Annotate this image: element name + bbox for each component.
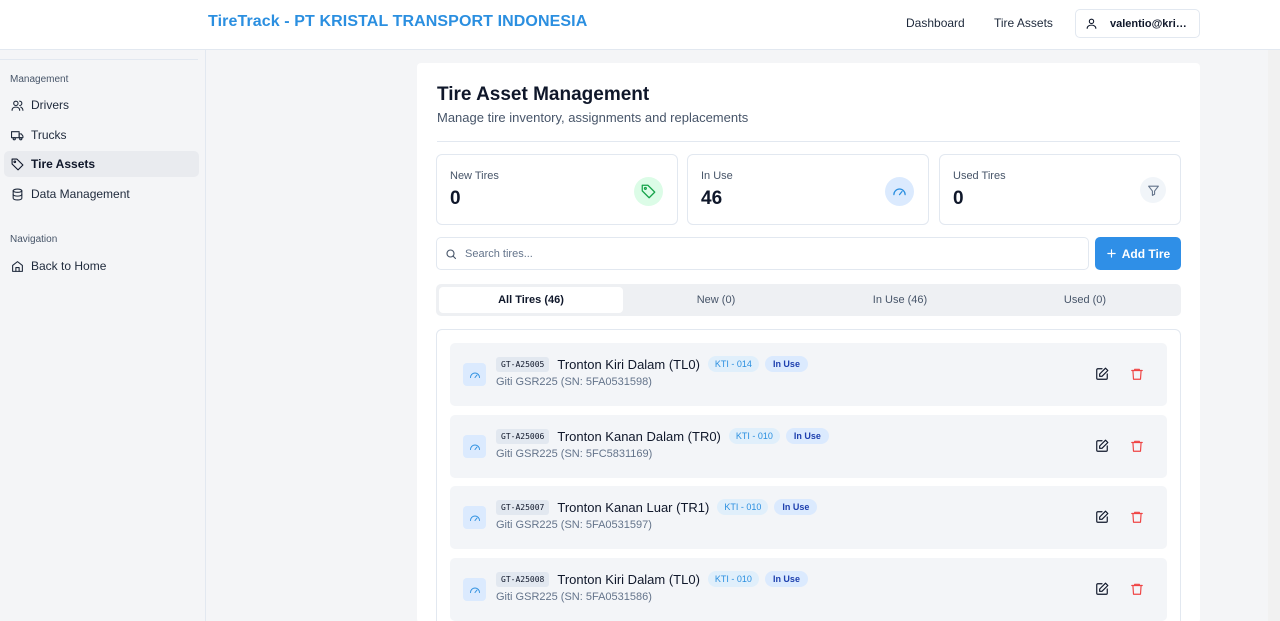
stat-value: 0 <box>953 188 964 209</box>
app-title[interactable]: TireTrack - PT KRISTAL TRANSPORT INDONES… <box>208 13 587 31</box>
gauge-icon <box>885 177 914 206</box>
tire-code: GT-A25008 <box>496 571 550 587</box>
tire-position: Tronton Kiri Dalam (TL0) <box>557 356 700 372</box>
truck-badge: KTI - 010 <box>717 499 769 515</box>
stat-card-in-use: In Use 46 <box>687 154 929 225</box>
tire-row[interactable]: GT-A25006 Tronton Kanan Dalam (TR0) KTI … <box>450 415 1167 478</box>
nav-dashboard[interactable]: Dashboard <box>906 16 965 30</box>
nav-tire-assets[interactable]: Tire Assets <box>994 16 1053 30</box>
tab-in-use[interactable]: In Use (46) <box>808 287 992 313</box>
gauge-icon <box>463 506 486 529</box>
sidebar-item-drivers[interactable]: Drivers <box>4 92 199 118</box>
stat-card-used-tires: Used Tires 0 <box>939 154 1181 225</box>
sidebar-item-tire-assets[interactable]: Tire Assets <box>4 151 199 177</box>
tire-row[interactable]: GT-A25007 Tronton Kanan Luar (TR1) KTI -… <box>450 486 1167 549</box>
tire-position: Tronton Kanan Luar (TR1) <box>557 499 710 515</box>
truck-icon <box>11 130 24 140</box>
search-input[interactable] <box>465 247 1065 260</box>
tire-code: GT-A25006 <box>496 428 550 444</box>
add-tire-label: Add Tire <box>1121 246 1171 261</box>
gauge-icon <box>463 578 486 601</box>
gauge-icon <box>463 363 486 386</box>
truck-badge: KTI - 014 <box>707 356 759 372</box>
trash-icon[interactable] <box>1130 582 1144 596</box>
sidebar-item-label: Drivers <box>31 98 69 112</box>
status-badge: In Use <box>774 499 818 515</box>
tire-detail: Giti GSR225 (SN: 5FC5831169) <box>496 448 653 460</box>
sidebar-item-trucks[interactable]: Trucks <box>4 122 199 148</box>
search-icon <box>446 248 457 259</box>
divider <box>437 141 1180 142</box>
stat-value: 46 <box>701 188 723 209</box>
user-menu-button[interactable]: valentio@kris... <box>1075 9 1200 38</box>
sidebar-item-label: Back to Home <box>31 259 107 273</box>
sidebar-item-label: Data Management <box>31 187 130 201</box>
sidebar-section-navigation: Navigation <box>10 234 58 245</box>
truck-badge: KTI - 010 <box>707 571 759 587</box>
tire-row[interactable]: GT-A25008 Tronton Kiri Dalam (TL0) KTI -… <box>450 558 1167 621</box>
tab-new[interactable]: New (0) <box>624 287 808 313</box>
user-email: valentio@kris... <box>1110 17 1190 30</box>
edit-icon[interactable] <box>1095 367 1109 381</box>
sidebar-item-label: Tire Assets <box>31 157 96 171</box>
user-icon <box>1086 18 1097 29</box>
tire-detail: Giti GSR225 (SN: 5FA0531597) <box>496 519 652 531</box>
truck-badge: KTI - 010 <box>728 428 780 444</box>
tire-position: Tronton Kanan Dalam (TR0) <box>557 428 721 444</box>
add-tire-button[interactable]: Add Tire <box>1095 237 1181 270</box>
trash-icon[interactable] <box>1130 367 1144 381</box>
status-badge: In Use <box>764 571 808 587</box>
edit-icon[interactable] <box>1095 510 1109 524</box>
sidebar-item-data-management[interactable]: Data Management <box>4 181 199 207</box>
tabs: All Tires (46) New (0) In Use (46) Used … <box>436 284 1181 316</box>
stat-label: Used Tires <box>953 170 1006 182</box>
filter-icon <box>1140 177 1166 203</box>
stat-value: 0 <box>450 188 461 209</box>
tag-icon <box>11 158 24 170</box>
trash-icon[interactable] <box>1130 510 1144 524</box>
gauge-icon <box>463 435 486 458</box>
stat-label: New Tires <box>450 170 499 182</box>
top-bar: TireTrack - PT KRISTAL TRANSPORT INDONES… <box>0 0 1280 50</box>
scrollbar[interactable] <box>1268 50 1280 621</box>
tire-code: GT-A25005 <box>496 356 550 372</box>
page-subtitle: Manage tire inventory, assignments and r… <box>437 110 749 125</box>
status-badge: In Use <box>785 428 829 444</box>
tire-code: GT-A25007 <box>496 499 550 515</box>
tire-detail: Giti GSR225 (SN: 5FA0531586) <box>496 591 652 603</box>
tab-used[interactable]: Used (0) <box>993 287 1177 313</box>
users-icon <box>11 100 24 111</box>
plus-icon <box>1107 249 1116 258</box>
stat-card-new-tires: New Tires 0 <box>436 154 678 225</box>
edit-icon[interactable] <box>1095 582 1109 596</box>
tag-icon <box>634 177 663 206</box>
tab-all-tires[interactable]: All Tires (46) <box>439 287 623 313</box>
sidebar-item-label: Trucks <box>31 128 67 142</box>
tire-row[interactable]: GT-A25005 Tronton Kiri Dalam (TL0) KTI -… <box>450 343 1167 406</box>
edit-icon[interactable] <box>1095 439 1109 453</box>
stat-label: In Use <box>701 170 733 182</box>
home-icon <box>12 260 23 272</box>
sidebar-divider <box>0 59 198 60</box>
status-badge: In Use <box>764 356 808 372</box>
sidebar-item-back-home[interactable]: Back to Home <box>4 253 199 279</box>
tire-detail: Giti GSR225 (SN: 5FA0531598) <box>496 376 652 388</box>
page-title: Tire Asset Management <box>437 84 650 105</box>
sidebar-section-management: Management <box>10 74 69 85</box>
trash-icon[interactable] <box>1130 439 1144 453</box>
tire-position: Tronton Kiri Dalam (TL0) <box>557 571 700 587</box>
database-icon <box>12 188 23 200</box>
search-box[interactable] <box>436 237 1089 270</box>
